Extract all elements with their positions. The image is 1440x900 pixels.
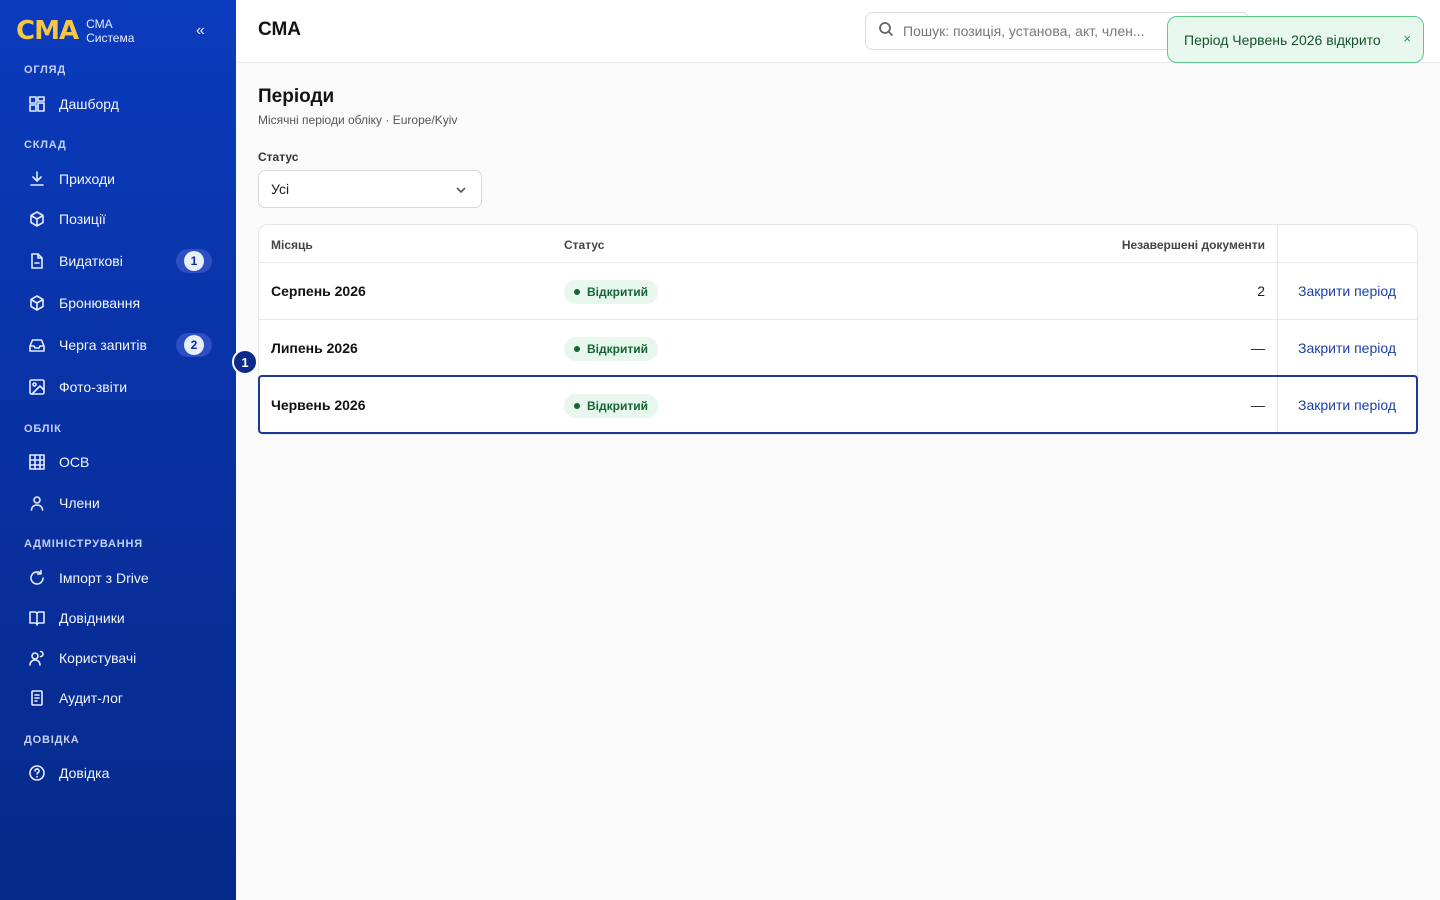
table-grid-icon	[28, 453, 46, 471]
sidebar-item-audit-log[interactable]: Аудит-лог	[16, 680, 220, 716]
sidebar-item-label: ОСВ	[59, 454, 90, 470]
clipboard-icon	[28, 689, 46, 707]
inbox-icon	[28, 336, 46, 354]
periods-table: Місяць Статус Незавершені документи Серп…	[258, 224, 1418, 435]
help-icon	[28, 764, 46, 782]
refresh-icon	[28, 569, 46, 587]
close-period-button[interactable]: Закрити період	[1298, 340, 1396, 356]
search-input[interactable]	[903, 23, 1163, 39]
count-badge-value: 1	[184, 251, 204, 271]
count-badge-value: 2	[184, 335, 204, 355]
column-header-status: Статус	[564, 238, 605, 252]
status-filter-label: Статус	[258, 150, 299, 164]
brand-text: СМА Система	[86, 17, 134, 45]
users-icon	[28, 649, 46, 667]
brand-line2: Система	[86, 31, 135, 45]
section-title-overview: ОГЛЯД	[24, 64, 66, 76]
sidebar-item-positions[interactable]: Позиції	[16, 201, 220, 237]
brand-line1: СМА	[86, 17, 113, 31]
count-badge: 1	[176, 249, 212, 273]
sidebar-item-photo-reports[interactable]: Фото-звіти	[16, 369, 220, 405]
sidebar-item-receipts[interactable]: Приходи	[16, 161, 220, 197]
sidebar-item-label: Довідка	[59, 765, 110, 781]
box-icon	[28, 210, 46, 228]
app-title: СМА	[258, 19, 302, 40]
sidebar-item-label: Довідники	[59, 610, 125, 626]
success-toast: Період Червень 2026 відкрито ×	[1167, 16, 1424, 63]
document-icon	[28, 252, 46, 270]
section-title-warehouse: СКЛАД	[24, 139, 67, 151]
toast-message: Період Червень 2026 відкрито	[1184, 31, 1381, 48]
box-icon	[28, 294, 46, 312]
sidebar-item-label: Фото-звіти	[59, 379, 128, 395]
row-pending-count: 2	[1257, 283, 1265, 299]
dashboard-icon	[28, 95, 46, 113]
sidebar-item-label: Позиції	[59, 211, 106, 227]
step-marker: 1	[232, 349, 258, 375]
page-title: Періоди	[258, 86, 335, 107]
sidebar: СМА СМА Система « ОГЛЯД Дашборд СКЛАД Пр…	[0, 0, 236, 900]
sidebar-item-label: Користувачі	[59, 650, 137, 666]
count-badge: 2	[176, 333, 212, 357]
row-month: Червень 2026	[271, 397, 366, 413]
sidebar-item-label: Черга запитів	[59, 337, 147, 353]
sidebar-item-label: Аудит-лог	[59, 690, 123, 706]
column-header-pending-documents: Незавершені документи	[1121, 238, 1265, 252]
section-title-admin: АДМІНІСТРУВАННЯ	[24, 538, 143, 550]
sidebar-item-expenses[interactable]: Видаткові 1	[16, 243, 220, 279]
search-icon	[878, 21, 894, 42]
sidebar-item-label: Члени	[59, 495, 100, 511]
sidebar-item-help[interactable]: Довідка	[16, 755, 220, 791]
sidebar-item-dashboard[interactable]: Дашборд	[16, 86, 220, 122]
sidebar-item-directories[interactable]: Довідники	[16, 600, 220, 636]
status-dot-icon	[574, 289, 580, 295]
status-badge-label: Відкритий	[587, 342, 648, 356]
status-badge: Відкритий	[564, 280, 658, 304]
page-subtitle: Місячні періоди обліку · Europe/Kyiv	[258, 113, 458, 127]
sidebar-item-request-queue[interactable]: Черга запитів 2	[16, 327, 220, 363]
sidebar-item-drive-import[interactable]: Імпорт з Drive	[16, 560, 220, 596]
row-pending-count: —	[1251, 397, 1265, 413]
table-row: Липень 2026 Відкритий — Закрити період	[259, 319, 1417, 376]
collapse-sidebar-button[interactable]: «	[196, 22, 205, 40]
sidebar-item-label: Приходи	[59, 171, 115, 187]
row-pending-count: —	[1251, 340, 1265, 356]
sidebar-item-osv[interactable]: ОСВ	[16, 444, 220, 480]
row-month: Липень 2026	[271, 340, 358, 356]
status-badge: Відкритий	[564, 394, 658, 418]
sidebar-item-members[interactable]: Члени	[16, 485, 220, 521]
section-title-accounting: ОБЛІК	[24, 423, 62, 435]
status-badge-label: Відкритий	[587, 399, 648, 413]
toast-close-button[interactable]: ×	[1403, 31, 1411, 46]
column-header-month: Місяць	[271, 238, 313, 252]
row-month: Серпень 2026	[271, 283, 366, 299]
sidebar-item-label: Імпорт з Drive	[59, 570, 149, 586]
status-filter-select[interactable]: Усі	[258, 170, 482, 208]
download-icon	[28, 170, 46, 188]
image-icon	[28, 378, 46, 396]
section-title-help: ДОВІДКА	[24, 734, 80, 746]
status-badge-label: Відкритий	[587, 285, 648, 299]
sidebar-item-users[interactable]: Користувачі	[16, 640, 220, 676]
user-icon	[28, 494, 46, 512]
table-row-selected: Червень 2026 Відкритий — Закрити період	[258, 375, 1418, 434]
sidebar-item-bookings[interactable]: Бронювання	[16, 285, 220, 321]
table-row: Серпень 2026 Відкритий 2 Закрити період	[259, 262, 1417, 319]
status-filter-value: Усі	[271, 181, 290, 197]
brand-logo: СМА	[16, 16, 79, 46]
status-dot-icon	[574, 403, 580, 409]
book-icon	[28, 609, 46, 627]
status-dot-icon	[574, 346, 580, 352]
close-period-button[interactable]: Закрити період	[1298, 397, 1396, 413]
sidebar-item-label: Дашборд	[59, 96, 119, 112]
sidebar-item-label: Бронювання	[59, 295, 141, 311]
status-badge: Відкритий	[564, 337, 658, 361]
sidebar-item-label: Видаткові	[59, 253, 123, 269]
brand[interactable]: СМА СМА Система	[16, 16, 134, 46]
close-period-button[interactable]: Закрити період	[1298, 283, 1396, 299]
